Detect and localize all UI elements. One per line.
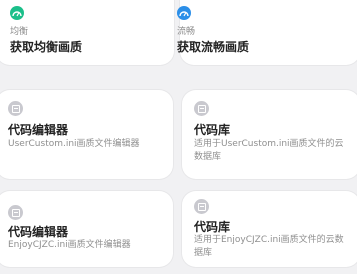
gauge-icon — [177, 6, 191, 20]
library-title: 代码库 — [194, 220, 231, 234]
code-file-icon — [194, 199, 209, 214]
code-file-icon — [8, 205, 23, 220]
code-file-icon — [8, 101, 23, 116]
editor-title: 代码编辑器 — [8, 123, 69, 137]
code-editor-enjoycjzc-card[interactable]: 代码编辑器 EnjoyCJZC.ini画质文件编辑器 — [0, 191, 173, 267]
code-library-usercustom-card[interactable]: 代码库 适用于UserCustom.ini画质文件的云数据库 — [182, 90, 357, 179]
smooth-quality-card[interactable]: 流畅 获取流畅画质 — [177, 0, 357, 65]
library-description: 适用于EnjoyCJZC.ini画质文件的云数据库 — [194, 235, 344, 258]
balanced-quality-card[interactable]: 均衡 获取均衡画质 — [0, 0, 174, 65]
editor-description: UserCustom.ini画质文件编辑器 — [8, 139, 140, 149]
smooth-title: 获取流畅画质 — [177, 40, 250, 54]
code-file-icon — [194, 101, 209, 116]
gauge-icon — [10, 6, 24, 20]
library-title: 代码库 — [194, 123, 231, 137]
editor-title: 代码编辑器 — [8, 225, 69, 239]
balanced-tag: 均衡 — [10, 27, 29, 37]
library-description: 适用于UserCustom.ini画质文件的云数据库 — [194, 139, 344, 162]
code-library-enjoycjzc-card[interactable]: 代码库 适用于EnjoyCJZC.ini画质文件的云数据库 — [182, 191, 357, 267]
code-editor-usercustom-card[interactable]: 代码编辑器 UserCustom.ini画质文件编辑器 — [0, 90, 173, 179]
smooth-tag: 流畅 — [177, 27, 196, 37]
editor-description: EnjoyCJZC.ini画质文件编辑器 — [8, 240, 131, 250]
balanced-title: 获取均衡画质 — [10, 40, 83, 54]
